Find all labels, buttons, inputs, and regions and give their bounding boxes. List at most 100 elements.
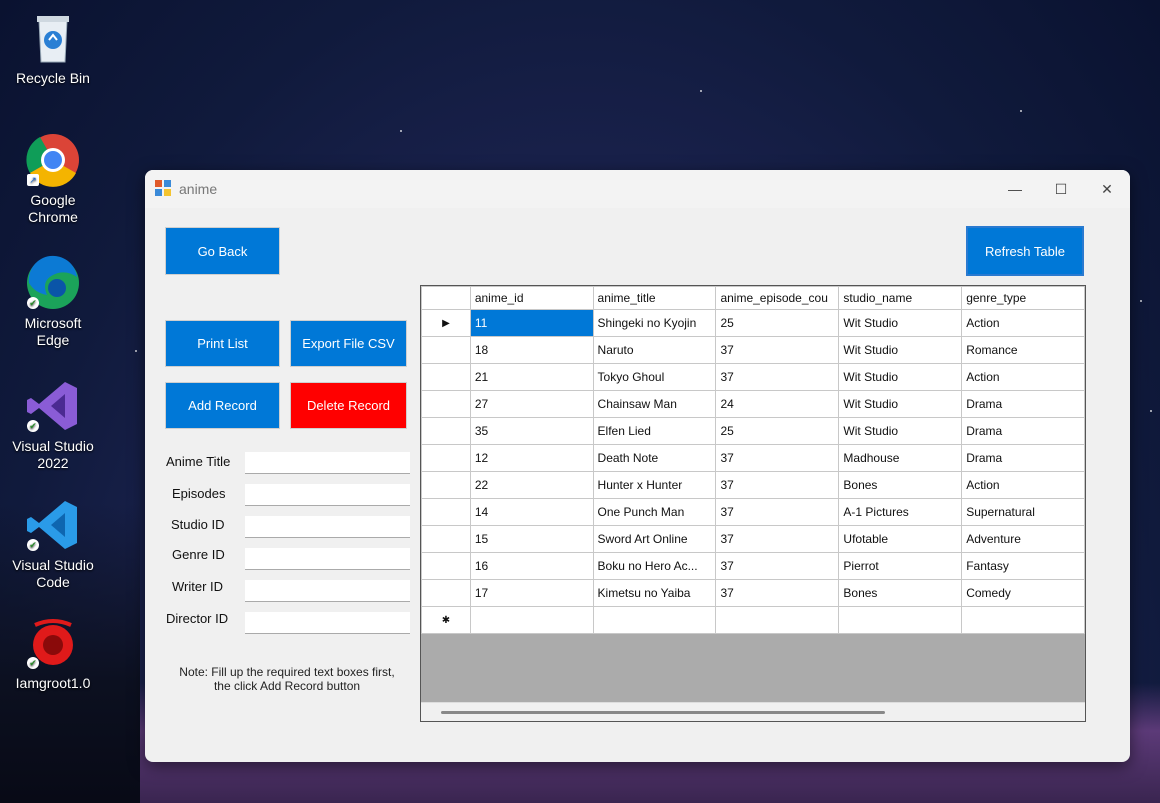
table-cell[interactable]: Sword Art Online: [592, 525, 717, 553]
table-cell[interactable]: 25: [715, 417, 840, 445]
table-cell[interactable]: Drama: [961, 444, 1085, 472]
table-cell[interactable]: 12: [469, 444, 594, 472]
table-cell[interactable]: 37: [715, 444, 840, 472]
minimize-button[interactable]: —: [992, 170, 1038, 208]
row-header[interactable]: [421, 390, 471, 418]
genre-id-input[interactable]: [245, 548, 410, 570]
delete-record-button[interactable]: Delete Record: [290, 382, 407, 429]
table-cell[interactable]: Boku no Hero Ac...: [592, 552, 717, 580]
table-cell[interactable]: 37: [715, 579, 840, 607]
maximize-button[interactable]: ☐: [1038, 170, 1084, 208]
horizontal-scrollbar[interactable]: [421, 702, 1085, 721]
table-cell[interactable]: Bones: [838, 579, 963, 607]
row-header[interactable]: [421, 498, 471, 526]
add-record-button[interactable]: Add Record: [165, 382, 280, 429]
row-header[interactable]: [421, 579, 471, 607]
table-cell[interactable]: 14: [469, 498, 594, 526]
table-cell[interactable]: Wit Studio: [838, 309, 963, 337]
table-cell[interactable]: Tokyo Ghoul: [592, 363, 717, 391]
table-cell[interactable]: Drama: [961, 417, 1085, 445]
table-cell[interactable]: Wit Studio: [838, 336, 963, 364]
table-cell[interactable]: 37: [715, 336, 840, 364]
new-row-cell[interactable]: [592, 606, 717, 634]
refresh-table-button[interactable]: Refresh Table: [966, 226, 1084, 276]
table-cell[interactable]: Kimetsu no Yaiba: [592, 579, 717, 607]
episodes-input[interactable]: [245, 484, 410, 506]
table-cell[interactable]: Action: [961, 471, 1085, 499]
table-cell[interactable]: Madhouse: [838, 444, 963, 472]
table-cell[interactable]: Elfen Lied: [592, 417, 717, 445]
table-cell[interactable]: Ufotable: [838, 525, 963, 553]
go-back-button[interactable]: Go Back: [165, 227, 280, 275]
table-cell[interactable]: Hunter x Hunter: [592, 471, 717, 499]
new-row[interactable]: ✱: [421, 606, 1085, 634]
table-cell[interactable]: 37: [715, 552, 840, 580]
table-cell[interactable]: 37: [715, 525, 840, 553]
table-cell[interactable]: 17: [469, 579, 594, 607]
table-row[interactable]: 12 Death Note 37 Madhouse Drama: [421, 444, 1085, 472]
table-cell[interactable]: 21: [469, 363, 594, 391]
desktop-icon-edge[interactable]: ✔ Microsoft Edge: [3, 255, 103, 349]
row-header[interactable]: [421, 417, 471, 445]
table-row[interactable]: 21 Tokyo Ghoul 37 Wit Studio Action: [421, 363, 1085, 391]
table-cell[interactable]: Romance: [961, 336, 1085, 364]
table-cell[interactable]: Chainsaw Man: [592, 390, 717, 418]
table-cell[interactable]: One Punch Man: [592, 498, 717, 526]
table-cell[interactable]: Supernatural: [961, 498, 1085, 526]
new-row-cell[interactable]: [715, 606, 840, 634]
table-cell[interactable]: 24: [715, 390, 840, 418]
table-cell[interactable]: Action: [961, 309, 1085, 337]
table-cell[interactable]: 15: [469, 525, 594, 553]
table-cell[interactable]: Bones: [838, 471, 963, 499]
studio-id-input[interactable]: [245, 516, 410, 538]
table-row[interactable]: 14 One Punch Man 37 A-1 Pictures Supernatura…: [421, 498, 1085, 526]
table-cell[interactable]: Wit Studio: [838, 417, 963, 445]
row-header[interactable]: [421, 363, 471, 391]
table-row[interactable]: 27 Chainsaw Man 24 Wit Studio Drama: [421, 390, 1085, 418]
desktop-icon-visual-studio[interactable]: ✔ Visual Studio 2022: [3, 378, 103, 472]
print-list-button[interactable]: Print List: [165, 320, 280, 367]
close-button[interactable]: ✕: [1084, 170, 1130, 208]
row-header[interactable]: ▶: [421, 309, 471, 337]
column-header[interactable]: anime_title: [592, 286, 717, 310]
table-cell[interactable]: 37: [715, 363, 840, 391]
table-cell[interactable]: 27: [469, 390, 594, 418]
row-header[interactable]: [421, 525, 471, 553]
anime-title-input[interactable]: [245, 452, 410, 474]
table-row[interactable]: 35 Elfen Lied 25 Wit Studio Drama: [421, 417, 1085, 445]
row-header[interactable]: [421, 471, 471, 499]
anime-data-grid[interactable]: anime_id anime_title anime_episode_cou s…: [420, 285, 1086, 722]
column-header[interactable]: studio_name: [838, 286, 963, 310]
table-row[interactable]: 15 Sword Art Online 37 Ufotable Adventure: [421, 525, 1085, 553]
new-row-cell[interactable]: [469, 606, 594, 634]
table-cell[interactable]: Wit Studio: [838, 390, 963, 418]
table-cell[interactable]: Wit Studio: [838, 363, 963, 391]
director-id-input[interactable]: [245, 612, 410, 634]
writer-id-input[interactable]: [245, 580, 410, 602]
row-header[interactable]: [421, 336, 471, 364]
column-header[interactable]: genre_type: [961, 286, 1085, 310]
table-row[interactable]: 17 Kimetsu no Yaiba 37 Bones Comedy: [421, 579, 1085, 607]
table-cell[interactable]: Shingeki no Kyojin: [592, 309, 717, 337]
table-cell[interactable]: Adventure: [961, 525, 1085, 553]
table-cell[interactable]: Fantasy: [961, 552, 1085, 580]
desktop-icon-iamgroot[interactable]: ✔ Iamgroot1.0: [3, 615, 103, 692]
row-header[interactable]: [421, 552, 471, 580]
table-cell[interactable]: 37: [715, 498, 840, 526]
table-cell[interactable]: 16: [469, 552, 594, 580]
table-cell[interactable]: 11: [469, 309, 594, 337]
desktop-icon-vscode[interactable]: ✔ Visual Studio Code: [3, 497, 103, 591]
table-cell[interactable]: Death Note: [592, 444, 717, 472]
new-row-cell[interactable]: [961, 606, 1085, 634]
table-cell[interactable]: Drama: [961, 390, 1085, 418]
table-row[interactable]: ▶ 11 Shingeki no Kyojin 25 Wit Studio Action: [421, 309, 1085, 337]
table-cell[interactable]: 35: [469, 417, 594, 445]
table-cell[interactable]: Naruto: [592, 336, 717, 364]
column-header[interactable]: anime_episode_cou: [715, 286, 840, 310]
desktop-icon-recycle-bin[interactable]: Recycle Bin: [3, 10, 103, 87]
column-header[interactable]: anime_id: [469, 286, 594, 310]
desktop-icon-chrome[interactable]: ↗ Google Chrome: [3, 132, 103, 226]
table-cell[interactable]: Comedy: [961, 579, 1085, 607]
row-header[interactable]: [421, 444, 471, 472]
table-cell[interactable]: Action: [961, 363, 1085, 391]
